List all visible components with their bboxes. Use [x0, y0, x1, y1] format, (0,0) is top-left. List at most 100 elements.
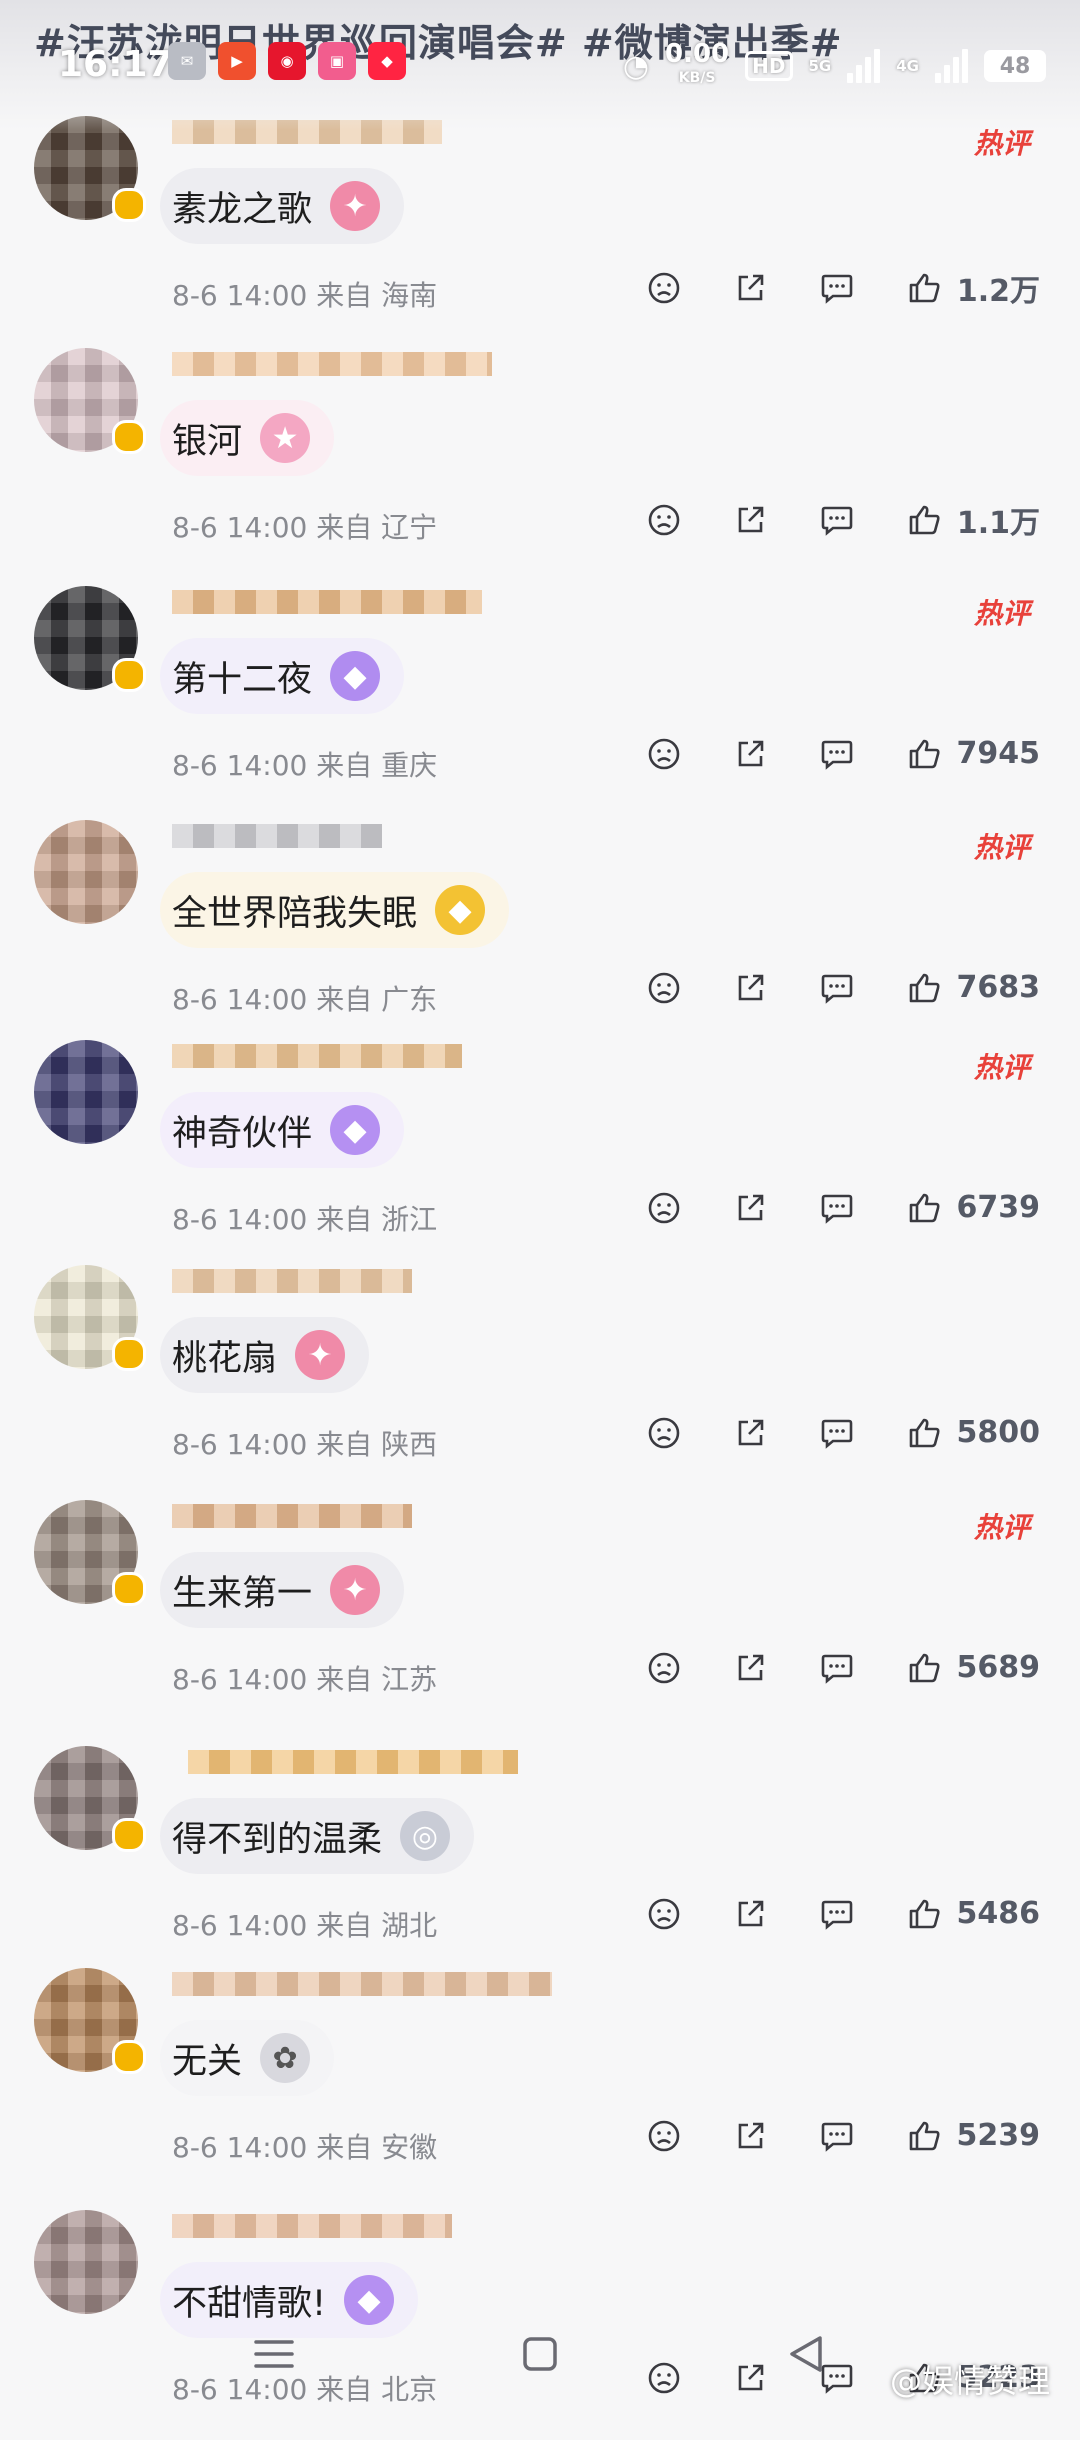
- like-button[interactable]: 5800: [907, 1415, 1041, 1450]
- avatar[interactable]: [34, 820, 138, 924]
- comment-item[interactable]: 无关 ✿ 8-6 14:00 来自 安徽 5239: [0, 1968, 1080, 2198]
- comment-bubble[interactable]: 得不到的温柔 ◎: [160, 1798, 475, 1874]
- dislike-button[interactable]: [647, 1416, 681, 1450]
- username-blurred[interactable]: [172, 590, 482, 614]
- dislike-button[interactable]: [647, 2119, 681, 2153]
- comment-bubble[interactable]: 全世界陪我失眠 ◆: [160, 872, 510, 948]
- comment-item[interactable]: 热评 生来第一 ✦ 8-6 14:00 来自 江苏 5689: [0, 1500, 1080, 1730]
- username-blurred[interactable]: [172, 1504, 412, 1528]
- net-speed-value: 0.00: [665, 39, 730, 69]
- share-button[interactable]: [733, 737, 767, 771]
- reply-button[interactable]: [819, 1416, 855, 1450]
- reply-button[interactable]: [819, 971, 855, 1005]
- comment-item[interactable]: 得不到的温柔 ◎ 8-6 14:00 来自 湖北 5486: [0, 1746, 1080, 1976]
- avatar[interactable]: [34, 1040, 138, 1144]
- comment-icon: [821, 1654, 852, 1684]
- sad-face-icon: [648, 1192, 679, 1223]
- verified-badge: [112, 420, 146, 454]
- cat-sticker-icon: ✿: [260, 2033, 311, 2083]
- reply-button[interactable]: [819, 1897, 855, 1931]
- reply-button[interactable]: [819, 737, 855, 771]
- home-button[interactable]: [520, 2334, 560, 2378]
- comment-bubble[interactable]: 第十二夜 ◆: [160, 638, 405, 714]
- comment-actions: 5486: [595, 1896, 1041, 1931]
- signal-label-2: 4G: [896, 57, 919, 75]
- share-button[interactable]: [733, 971, 767, 1005]
- comment-bubble[interactable]: 神奇伙伴 ◆: [160, 1092, 405, 1168]
- hot-comment-tag: 热评: [973, 831, 1030, 864]
- verified-badge: [112, 658, 146, 692]
- sad-face-icon: [648, 2120, 679, 2151]
- comment-bubble[interactable]: 桃花扇 ✦: [160, 1317, 370, 1393]
- like-button[interactable]: 7945: [907, 736, 1040, 771]
- username-blurred[interactable]: [188, 1750, 518, 1774]
- share-button[interactable]: [733, 1897, 767, 1931]
- share-button[interactable]: [733, 1416, 767, 1450]
- comment-item[interactable]: 热评 第十二夜 ◆ 8-6 14:00 来自 重庆 7945: [0, 586, 1080, 816]
- like-count: 5800: [956, 1415, 1041, 1450]
- like-button[interactable]: 5239: [907, 2118, 1040, 2153]
- comment-bubble[interactable]: 素龙之歌 ✦: [160, 168, 405, 244]
- share-button[interactable]: [733, 1191, 767, 1225]
- comment-icon: [821, 1194, 852, 1224]
- like-button[interactable]: 1.1万: [907, 498, 1040, 542]
- share-icon: [738, 740, 763, 766]
- dislike-button[interactable]: [647, 737, 681, 771]
- back-triangle-icon: [790, 2336, 822, 2372]
- share-button[interactable]: [733, 1651, 767, 1685]
- gem-badge-icon: ◆: [330, 1105, 381, 1155]
- like-button[interactable]: 5486: [907, 1896, 1041, 1931]
- like-button[interactable]: 1.2万: [907, 266, 1040, 310]
- dislike-button[interactable]: [647, 971, 681, 1005]
- username-blurred[interactable]: [172, 1044, 462, 1068]
- comment-item[interactable]: 热评 素龙之歌 ✦ 8-6 14:00 来自 海南 1.2万: [0, 116, 1080, 346]
- like-count: 5486: [956, 1896, 1041, 1931]
- username-blurred[interactable]: [172, 2214, 452, 2238]
- share-button[interactable]: [733, 503, 767, 537]
- comment-actions: 7683: [595, 970, 1040, 1005]
- reply-button[interactable]: [819, 503, 855, 537]
- username-blurred[interactable]: [172, 1269, 412, 1293]
- comment-item[interactable]: 银河 ★ 8-6 14:00 来自 辽宁 1.1万: [0, 348, 1080, 578]
- share-button[interactable]: [733, 2119, 767, 2153]
- menu-button[interactable]: [252, 2334, 296, 2378]
- reply-button[interactable]: [819, 2119, 855, 2153]
- hot-comment-tag: 热评: [973, 1051, 1030, 1084]
- share-icon: [738, 974, 763, 1000]
- username-blurred[interactable]: [172, 824, 382, 848]
- comment-icon: [821, 2122, 852, 2152]
- comment-date: 8-6 14:00: [172, 2131, 308, 2164]
- dislike-button[interactable]: [647, 503, 681, 537]
- hot-comment-tag: 热评: [973, 1511, 1030, 1544]
- dislike-button[interactable]: [647, 1191, 681, 1225]
- comment-meta: 8-6 14:00 来自 辽宁: [172, 506, 437, 546]
- reply-button[interactable]: [819, 1191, 855, 1225]
- reply-button[interactable]: [819, 271, 855, 305]
- like-count: 6739: [956, 1190, 1041, 1225]
- share-icon: [738, 1900, 763, 1926]
- username-blurred[interactable]: [172, 1972, 552, 1996]
- dislike-button[interactable]: [647, 1651, 681, 1685]
- comment-bubble[interactable]: 生来第一 ✦: [160, 1552, 405, 1628]
- dislike-button[interactable]: [647, 1897, 681, 1931]
- comment-item[interactable]: 热评 全世界陪我失眠 ◆ 8-6 14:00 来自 广东 7683: [0, 820, 1080, 1050]
- like-button[interactable]: 6739: [907, 1190, 1041, 1225]
- avatar[interactable]: [34, 2210, 138, 2314]
- comment-item[interactable]: 热评 神奇伙伴 ◆ 8-6 14:00 来自 浙江 6739: [0, 1040, 1080, 1270]
- comment-bubble[interactable]: 无关 ✿: [160, 2020, 335, 2096]
- comment-item[interactable]: 桃花扇 ✦ 8-6 14:00 来自 陕西 5800: [0, 1265, 1080, 1495]
- dislike-button[interactable]: [647, 271, 681, 305]
- network-speed: 0.00 KB/S: [665, 39, 730, 90]
- reply-button[interactable]: [819, 1651, 855, 1685]
- share-button[interactable]: [733, 271, 767, 305]
- like-button[interactable]: 7683: [907, 970, 1040, 1005]
- comment-icon: [821, 506, 853, 536]
- back-button[interactable]: [784, 2332, 828, 2380]
- hd-icon: HD: [745, 51, 793, 81]
- comment-icon: [821, 740, 852, 770]
- thumbs-up-icon: [909, 1193, 940, 1222]
- comment-bubble[interactable]: 银河 ★: [160, 400, 335, 476]
- like-button[interactable]: 5689: [907, 1650, 1040, 1685]
- share-icon: [738, 1419, 763, 1445]
- username-blurred[interactable]: [172, 352, 492, 376]
